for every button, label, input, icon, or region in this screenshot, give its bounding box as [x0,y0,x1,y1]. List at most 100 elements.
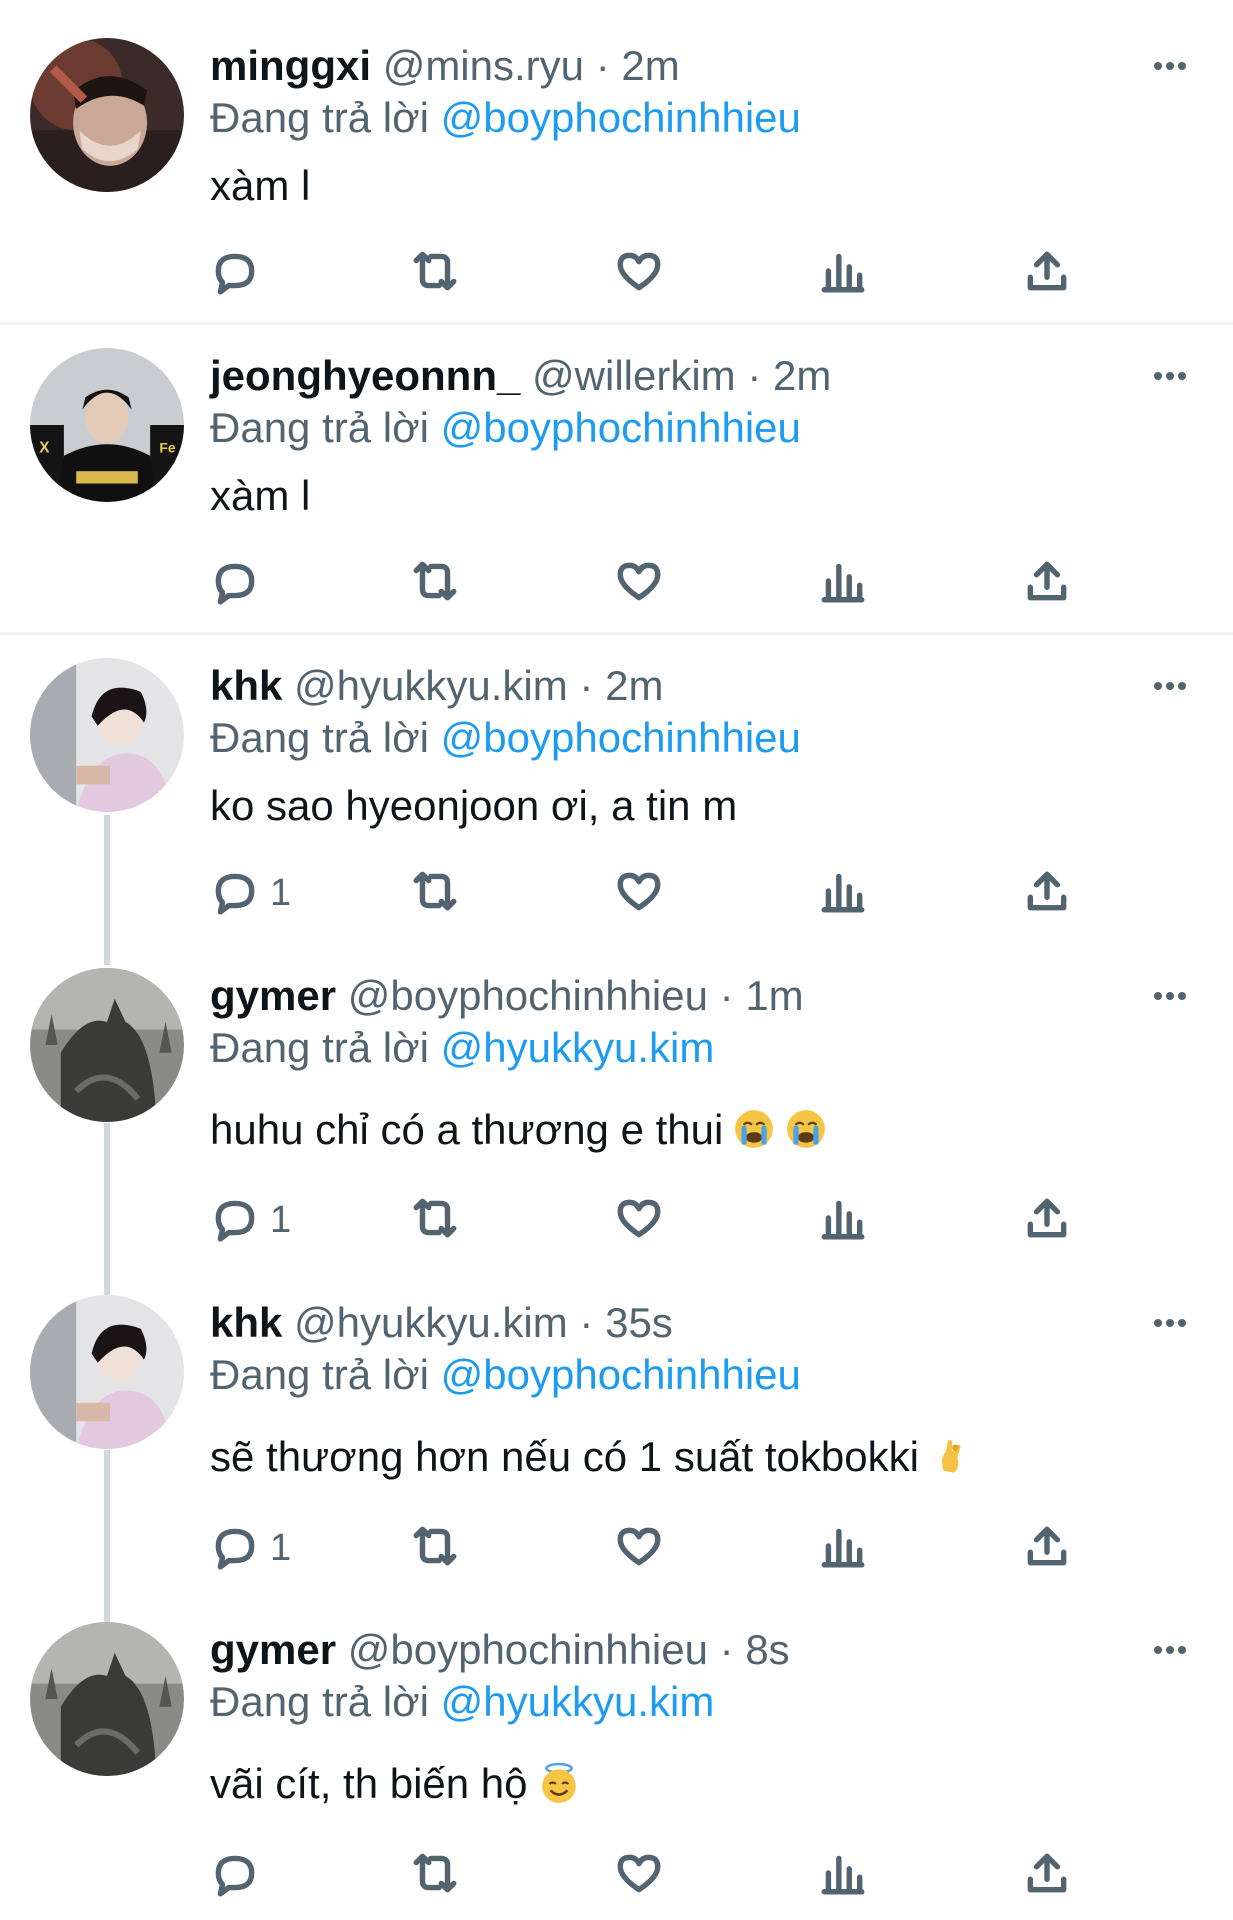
emoji-group [528,1760,580,1807]
like-button[interactable] [614,1192,664,1248]
tweet-text-content: vãi cít, th biến hộ [210,1760,528,1807]
views-button[interactable] [818,1847,868,1903]
timestamp[interactable]: 8s [745,1626,789,1673]
tweet-text: huhu chỉ có a thương e thui [210,1104,827,1156]
display-name[interactable]: gymer [210,1626,336,1673]
replying-to: Đang trả lời @boyphochinhhieu [210,402,801,454]
display-name[interactable]: jeonghyeonnn_ [210,352,520,399]
avatar[interactable] [30,968,184,1122]
display-name[interactable]: khk [210,1299,282,1346]
reply-icon [210,1521,260,1576]
timestamp[interactable]: 35s [605,1299,673,1346]
reply-icon [210,556,260,611]
reply-icon [210,1848,260,1903]
tweet-text: xàm l [210,160,310,212]
retweet-icon [410,246,460,301]
views-icon [818,556,868,611]
share-button[interactable] [1022,1847,1072,1903]
timestamp[interactable]: 2m [621,42,679,89]
tweet-text: xàm l [210,470,310,522]
svg-text:X: X [39,440,50,457]
views-button[interactable] [818,245,868,301]
tweet-text-content: ko sao hyeonjoon ơi, a tin m [210,782,738,829]
retweet-button[interactable] [410,245,460,301]
retweet-button[interactable] [410,1192,460,1248]
tweet-actions: 1 [210,1192,1110,1248]
separator-dot: · [719,1626,734,1673]
more-icon[interactable] [1150,676,1190,696]
views-button[interactable] [818,865,868,921]
like-button[interactable] [614,555,664,611]
mention-link[interactable]: @hyukkyu.kim [441,1024,715,1071]
replying-to: Đang trả lời @boyphochinhhieu [210,92,801,144]
avatar[interactable] [30,1622,184,1776]
reply-button[interactable] [210,245,270,301]
like-button[interactable] [614,865,664,921]
reply-button[interactable]: 1 [210,865,291,921]
user-handle[interactable]: @hyukkyu.kim [294,1299,568,1346]
share-icon [1022,556,1072,611]
share-button[interactable] [1022,865,1072,921]
like-button[interactable] [614,1520,664,1576]
replying-to-label: Đang trả lời [210,1678,429,1725]
share-icon [1022,1848,1072,1903]
reply-button[interactable] [210,555,270,611]
loudly-crying-face-emoji [775,1106,827,1153]
reply-button[interactable]: 1 [210,1192,291,1248]
user-handle[interactable]: @boyphochinhhieu [348,972,708,1019]
avatar[interactable] [30,1295,184,1449]
share-icon [1022,1193,1072,1248]
views-button[interactable] [818,555,868,611]
user-handle[interactable]: @boyphochinhhieu [348,1626,708,1673]
reply-button[interactable] [210,1847,270,1903]
more-icon[interactable] [1150,366,1190,386]
retweet-icon [410,1521,460,1576]
mention-link[interactable]: @boyphochinhhieu [441,404,801,451]
reply-icon [210,866,260,921]
retweet-icon [410,556,460,611]
like-button[interactable] [614,1847,664,1903]
display-name[interactable]: minggxi [210,42,371,89]
views-button[interactable] [818,1192,868,1248]
mention-link[interactable]: @boyphochinhhieu [441,94,801,141]
retweet-button[interactable] [410,865,460,921]
share-button[interactable] [1022,1520,1072,1576]
timestamp[interactable]: 1m [745,972,803,1019]
user-handle[interactable]: @mins.ryu [383,42,584,89]
heart-icon [614,866,664,921]
display-name[interactable]: gymer [210,972,336,1019]
avatar[interactable] [30,658,184,812]
mention-link[interactable]: @hyukkyu.kim [441,1678,715,1725]
like-button[interactable] [614,245,664,301]
user-handle[interactable]: @hyukkyu.kim [294,662,568,709]
views-icon [818,866,868,921]
share-button[interactable] [1022,1192,1072,1248]
retweet-icon [410,866,460,921]
timestamp[interactable]: 2m [605,662,663,709]
heart-icon [614,1848,664,1903]
more-icon[interactable] [1150,1313,1190,1333]
replying-to-label: Đang trả lời [210,94,429,141]
replying-to-label: Đang trả lời [210,404,429,451]
share-button[interactable] [1022,555,1072,611]
timestamp[interactable]: 2m [773,352,831,399]
reply-button[interactable]: 1 [210,1520,291,1576]
tweet-actions [210,555,1110,611]
more-icon[interactable] [1150,986,1190,1006]
share-button[interactable] [1022,245,1072,301]
views-button[interactable] [818,1520,868,1576]
mention-link[interactable]: @boyphochinhhieu [441,1351,801,1398]
avatar[interactable]: X Fe [30,348,184,502]
views-icon [818,1193,868,1248]
mention-link[interactable]: @boyphochinhhieu [441,714,801,761]
avatar[interactable] [30,38,184,192]
retweet-button[interactable] [410,555,460,611]
retweet-button[interactable] [410,1520,460,1576]
tweet-header: khk @hyukkyu.kim · 2m [210,660,663,712]
more-icon[interactable] [1150,1640,1190,1660]
user-handle[interactable]: @willerkim [532,352,736,399]
tweet-actions: 1 [210,865,1110,921]
retweet-button[interactable] [410,1847,460,1903]
display-name[interactable]: khk [210,662,282,709]
more-icon[interactable] [1150,56,1190,76]
